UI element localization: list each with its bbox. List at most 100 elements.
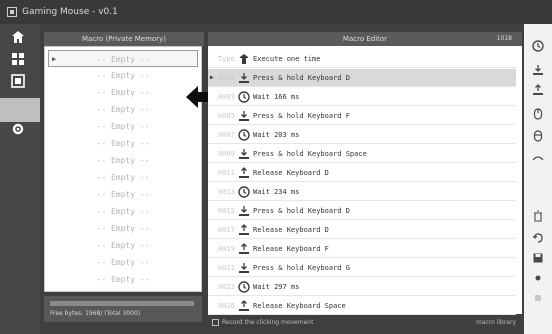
macro-slot-3[interactable]: -- Empty -- [48,84,198,101]
clock-icon [238,186,250,198]
event-text: Wait 203 ms [253,131,300,139]
memory-status: Free bytes: 1968/ (Total 3000) [50,310,141,317]
event-number: 0026 [218,302,235,310]
key-press-icon[interactable] [531,64,545,78]
event-number: 0001 [218,74,235,82]
event-number: Type [218,55,235,63]
macro-editor-footer: Record the clicking movement macro libra… [208,316,522,330]
record-movement-checkbox[interactable] [212,319,219,326]
macro-event-row[interactable]: 0017 Release Keyboard D [208,221,516,239]
monitor-icon[interactable] [8,74,28,92]
event-number: 0003 [218,93,235,101]
macro-editor-header: Macro Editor 1018 [208,32,522,46]
event-text: Press & hold Keyboard D [253,207,350,215]
home-icon[interactable] [8,30,28,48]
macro-slot-9[interactable]: -- Empty -- [48,186,198,203]
title-bar: Gaming Mouse - v0.1 [0,0,552,24]
macro-slot-1[interactable]: ▶ -- Empty -- [48,50,198,67]
dot-icon[interactable] [531,272,545,286]
gear-icon[interactable] [8,122,28,140]
event-number: 0011 [218,169,235,177]
more-icon[interactable] [531,292,545,306]
memory-footer: Free bytes: 1968/ (Total 3000) [44,296,202,322]
mouse-release-icon[interactable] [531,130,545,144]
clock-icon [238,281,250,293]
key-release-icon [238,300,250,312]
clock-icon[interactable] [531,40,545,54]
event-text: Release Keyboard F [253,245,329,253]
clock-icon [238,129,250,141]
event-text: Execute one time [253,55,321,63]
macro-library-link[interactable]: macro library [476,319,516,326]
key-release-icon [238,167,250,179]
record-movement-label: Record the clicking movement [222,319,314,326]
macro-slot-4[interactable]: -- Empty -- [48,101,198,118]
macro-event-list: Type Execute one time ▶ 0001 Press & hold Ke… [208,46,522,315]
event-text: Wait 166 ms [253,93,300,101]
caret-icon: ▶ [52,55,57,63]
event-number: 0017 [218,226,235,234]
event-text: Wait 234 ms [253,188,300,196]
macro-slot-2[interactable]: -- Empty -- [48,67,198,84]
macro-list-header: Macro (Private Memory) [44,32,204,46]
delete-icon[interactable] [531,210,545,224]
key-press-icon [238,72,250,84]
row-marker-icon: ▶ [210,74,214,81]
macro-editor-title: Macro Editor [342,35,388,43]
event-text: Wait 297 ms [253,283,300,291]
key-press-icon [238,205,250,217]
key-release-icon [238,224,250,236]
clock-icon [238,91,250,103]
macro-slot-8[interactable]: -- Empty -- [48,169,198,186]
macro-slot-10[interactable]: -- Empty -- [48,203,198,220]
event-number: 0009 [218,150,235,158]
event-number: 0005 [218,112,235,120]
event-number: 0007 [218,131,235,139]
scroll-icon[interactable] [531,152,545,166]
app-icon [7,7,17,17]
editor-toolbar [524,24,552,334]
macro-slot-12[interactable]: -- Empty -- [48,237,198,254]
selected-slot[interactable] [0,98,40,122]
event-number: 0013 [218,188,235,196]
macro-event-row[interactable]: 0023 Wait 297 ms [208,278,516,296]
event-text: Press & hold Keyboard Space [253,150,367,158]
key-release-icon [238,243,250,255]
macro-list: ▶ -- Empty -- -- Empty -- -- Empty -- -- … [44,46,202,292]
macro-event-row[interactable]: 0005 Press & hold Keyboard F [208,107,516,125]
macro-event-row[interactable]: 0011 Release Keyboard D [208,164,516,182]
grid-icon[interactable] [8,52,28,70]
macro-slot-13[interactable]: -- Empty -- [48,254,198,271]
save-icon[interactable] [531,252,545,266]
macro-event-row[interactable]: 0009 Press & hold Keyboard Space [208,145,516,163]
memory-progress-bar [50,301,194,306]
macro-event-row[interactable]: 0019 Release Keyboard F [208,240,516,258]
event-number: 0019 [218,245,235,253]
macro-slot-11[interactable]: -- Empty -- [48,220,198,237]
side-nav [0,24,40,334]
macro-slot-6[interactable]: -- Empty -- [48,135,198,152]
event-number: 0015 [218,207,235,215]
key-press-icon [238,148,250,160]
mouse-icon [238,53,250,65]
key-press-icon [238,262,250,274]
macro-event-row[interactable]: ▶ 0001 Press & hold Keyboard D [208,69,516,87]
macro-event-row[interactable]: 0013 Wait 234 ms [208,183,516,201]
macro-event-row[interactable]: 0026 Release Keyboard Space [208,297,516,315]
event-number: 0023 [218,283,235,291]
execution-type-row[interactable]: Type Execute one time [208,50,516,68]
macro-slot-5[interactable]: -- Empty -- [48,118,198,135]
macro-event-row[interactable]: 0007 Wait 203 ms [208,126,516,144]
key-release-icon[interactable] [531,84,545,98]
macro-event-row[interactable]: 0021 Press & hold Keyboard G [208,259,516,277]
macro-event-row[interactable]: 0003 Wait 166 ms [208,88,516,106]
event-text: Press & hold Keyboard G [253,264,350,272]
event-text: Release Keyboard D [253,226,329,234]
macro-event-row[interactable]: 0015 Press & hold Keyboard D [208,202,516,220]
event-number: 0021 [218,264,235,272]
event-text: Press & hold Keyboard D [253,74,350,82]
macro-slot-7[interactable]: -- Empty -- [48,152,198,169]
undo-icon[interactable] [531,232,545,246]
mouse-press-icon[interactable] [531,108,545,122]
macro-slot-14[interactable]: -- Empty -- [48,271,198,288]
